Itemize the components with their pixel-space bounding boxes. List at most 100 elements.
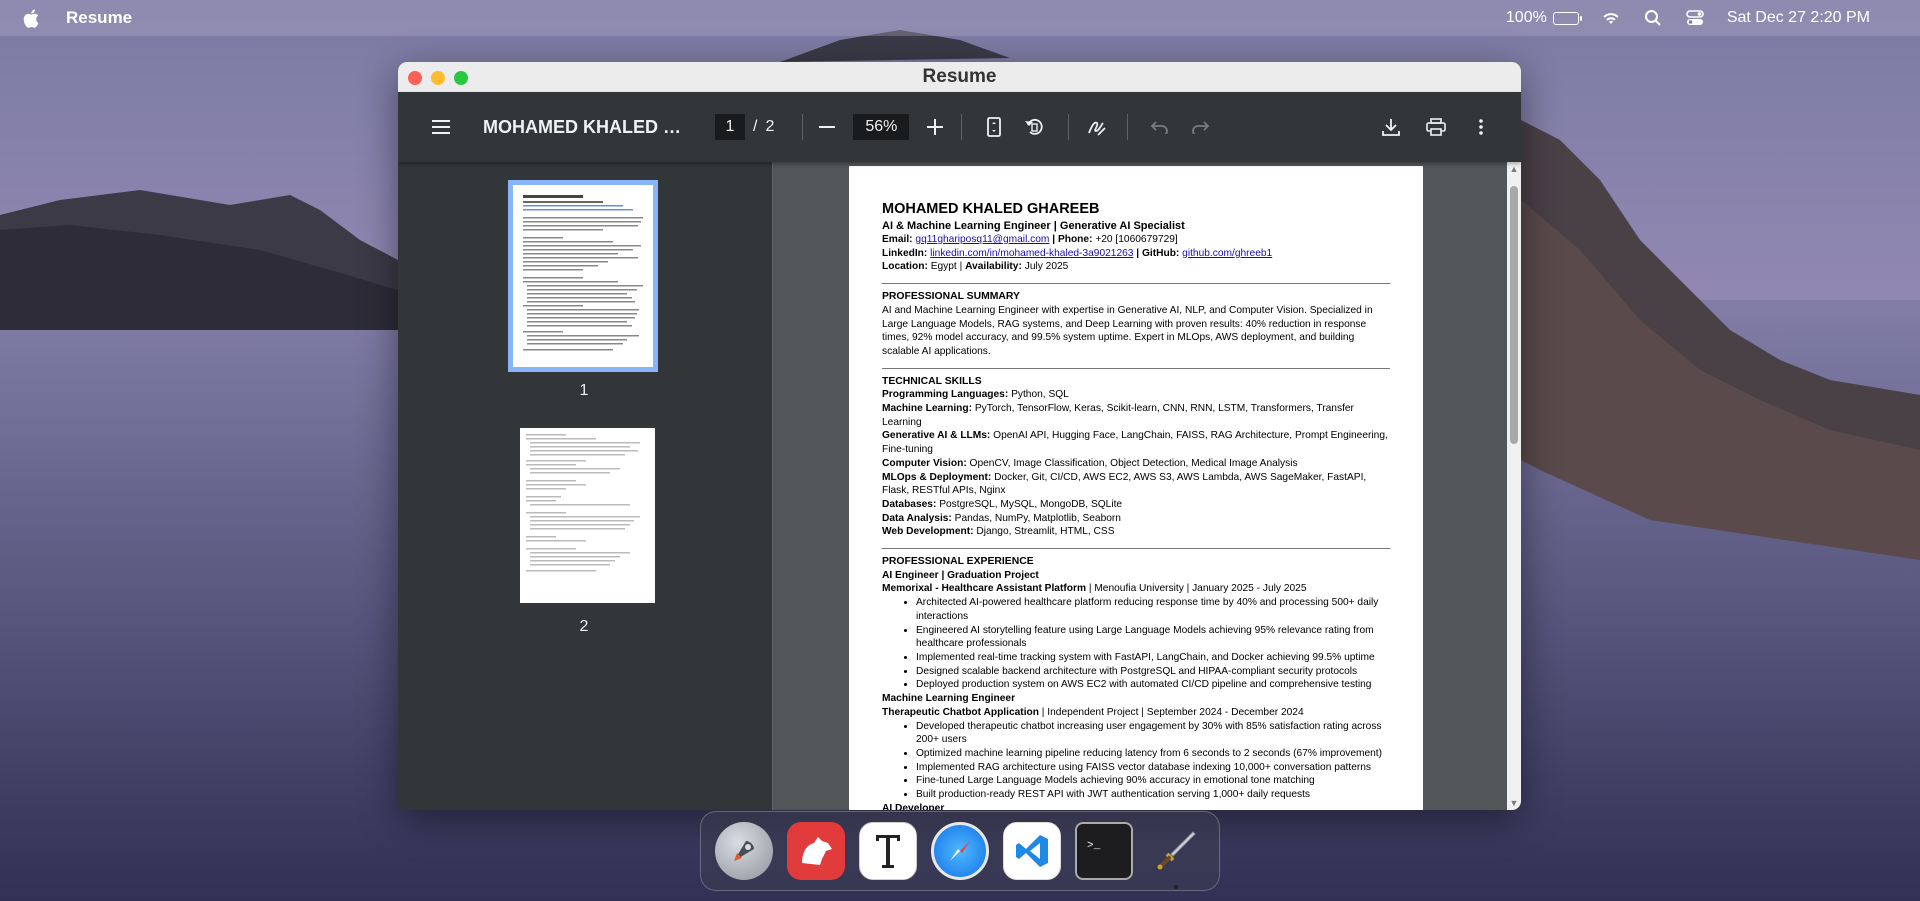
skill-row: MLOps & Deployment: Docker, Git, CI/CD, …	[882, 471, 1390, 498]
menubar-app-name[interactable]: Resume	[66, 8, 132, 28]
summary-text: AI and Machine Learning Engineer with ex…	[882, 304, 1373, 357]
resume-headline: AI & Machine Learning Engineer | Generat…	[882, 220, 1185, 232]
thumbnail-2-preview	[526, 434, 640, 572]
contact-line-2: LinkedIn: linkedin.com/in/mohamed-khaled…	[882, 247, 1390, 261]
print-icon[interactable]	[1420, 111, 1452, 143]
window-title: Resume	[922, 66, 997, 87]
job-bullets: Architected AI-powered healthcare platfo…	[916, 596, 1390, 692]
svg-text:>_: >_	[1087, 840, 1101, 852]
job-role: AI Developer	[882, 802, 945, 810]
location-value: Egypt |	[930, 261, 963, 273]
linkedin-link[interactable]: linkedin.com/in/mohamed-khaled-3a9021263	[930, 248, 1133, 259]
skill-label: Web Development:	[882, 526, 974, 538]
availability-label: Availability:	[965, 261, 1022, 273]
launchpad-icon[interactable]	[715, 822, 773, 880]
job-bullet: Optimized machine learning pipeline redu…	[916, 747, 1390, 761]
email-link[interactable]: gq11ghariposq11@gmail.com	[915, 234, 1049, 245]
location-label: Location:	[882, 261, 928, 273]
undo-icon[interactable]	[1144, 111, 1176, 143]
minimize-window-button[interactable]	[431, 71, 445, 85]
apple-menu-icon[interactable]	[22, 8, 40, 28]
skill-label: Data Analysis:	[882, 512, 952, 524]
skill-row: Web Development: Django, Streamlit, HTML…	[882, 525, 1390, 539]
project-meta: | Menoufia University | January 2025 - J…	[1086, 583, 1307, 595]
wifi-icon[interactable]	[1601, 9, 1621, 27]
email-label: Email:	[882, 234, 913, 245]
section-divider	[882, 367, 1390, 369]
skill-value: Python, SQL	[1008, 389, 1069, 401]
battery-status[interactable]: 100%	[1505, 9, 1582, 27]
toolbar-divider	[1068, 114, 1070, 140]
annotate-pen-icon[interactable]	[1081, 111, 1113, 143]
experience-heading: PROFESSIONAL EXPERIENCE	[882, 556, 1034, 568]
skills-heading: TECHNICAL SKILLS	[882, 375, 982, 387]
page-number-input[interactable]: 1	[715, 114, 745, 140]
scrollbar-thumb[interactable]	[1510, 186, 1518, 444]
phone-label: | Phone:	[1052, 234, 1093, 245]
menubar-clock[interactable]: Sat Dec 27 2:20 PM	[1727, 9, 1870, 27]
job-bullets: Developed therapeutic chatbot increasing…	[916, 720, 1390, 802]
download-icon[interactable]	[1375, 111, 1407, 143]
menubar: Resume 100% Sat Dec 27 2:20 PM	[0, 0, 1920, 36]
search-icon[interactable]	[1643, 9, 1663, 27]
typora-icon[interactable]	[859, 822, 917, 880]
menubar-status-area: 100% Sat Dec 27 2:20 PM	[1506, 9, 1870, 27]
zoom-in-button[interactable]	[919, 111, 951, 143]
zoom-input[interactable]: 56%	[853, 114, 910, 140]
page-thumbnail-2[interactable]	[520, 428, 655, 603]
control-center-icon[interactable]	[1685, 9, 1705, 27]
window-controls	[408, 71, 468, 85]
skill-row: Machine Learning: PyTorch, TensorFlow, K…	[882, 402, 1390, 429]
job-bullet: Engineered AI storytelling feature using…	[916, 624, 1390, 651]
skill-row: Computer Vision: OpenCV, Image Classific…	[882, 457, 1390, 471]
skill-value: OpenCV, Image Classification, Object Det…	[966, 457, 1298, 469]
skill-label: Databases:	[882, 498, 937, 510]
skill-row: Generative AI & LLMs: OpenAI API, Huggin…	[882, 429, 1390, 456]
vscode-icon[interactable]	[1003, 822, 1061, 880]
contact-line-3: Location: Egypt | Availability: July 202…	[882, 260, 1390, 274]
thumbnail-label-1: 1	[579, 382, 589, 399]
github-link[interactable]: github.com/ghreeb1	[1182, 248, 1272, 259]
menu-icon[interactable]	[425, 111, 457, 143]
job-bullet: Developed therapeutic chatbot increasing…	[916, 720, 1390, 747]
sword-icon[interactable]	[1147, 822, 1205, 889]
skill-label: Programming Languages:	[882, 389, 1009, 401]
document-title: MOHAMED KHALED GH...	[483, 116, 693, 137]
pdf-toolbar: MOHAMED KHALED GH... 1 / 2 56%	[398, 92, 1521, 162]
job-project: Therapeutic Chatbot Application | Indepe…	[882, 706, 1390, 720]
more-options-icon[interactable]	[1465, 111, 1497, 143]
rotate-icon[interactable]	[1018, 111, 1050, 143]
battery-percent: 100%	[1505, 9, 1547, 26]
job-bullet: Fine-tuned Large Language Models achievi…	[916, 774, 1390, 788]
zoom-window-button[interactable]	[454, 71, 468, 85]
skill-label: MLOps & Deployment:	[882, 471, 992, 483]
summary-heading: PROFESSIONAL SUMMARY	[882, 291, 1020, 303]
fit-to-page-icon[interactable]	[978, 111, 1010, 143]
skill-value: Pandas, NumPy, Matplotlib, Seaborn	[951, 512, 1121, 524]
thumbnail-1-preview	[523, 195, 643, 351]
scroll-up-arrow-icon[interactable]: ▲	[1509, 164, 1519, 174]
thumbnail-sidebar: 1 2	[398, 162, 773, 810]
job-bullet: Designed scalable backend architecture w…	[916, 665, 1390, 679]
terminal-icon[interactable]: >_	[1075, 822, 1133, 880]
window-titlebar[interactable]: Resume	[398, 62, 1521, 92]
viewer-scrollbar[interactable]: ▲ ▼	[1507, 162, 1521, 810]
project-name: Therapeutic Chatbot Application	[882, 706, 1039, 718]
bear-icon[interactable]	[787, 822, 845, 880]
redo-icon[interactable]	[1184, 111, 1216, 143]
page-separator: /	[753, 118, 758, 135]
job-role: Machine Learning Engineer	[882, 693, 1016, 705]
job-bullet: Built production-ready REST API with JWT…	[916, 788, 1390, 802]
scroll-down-arrow-icon[interactable]: ▼	[1509, 798, 1519, 808]
page-thumbnail-1[interactable]	[508, 180, 658, 372]
job-role: AI Engineer | Graduation Project	[882, 569, 1039, 581]
document-viewer[interactable]: MOHAMED KHALED GHAREEB AI & Machine Lear…	[773, 162, 1521, 810]
project-meta: | Independent Project | September 2024 -…	[1038, 706, 1304, 718]
skill-value: PostgreSQL, MySQL, MongoDB, SQLite	[936, 498, 1123, 510]
skill-row: Programming Languages: Python, SQL	[882, 388, 1390, 402]
close-window-button[interactable]	[408, 71, 422, 85]
safari-icon[interactable]	[931, 822, 989, 880]
skill-row: Data Analysis: Pandas, NumPy, Matplotlib…	[882, 512, 1390, 526]
zoom-out-button[interactable]	[811, 111, 843, 143]
dock: >_	[700, 811, 1220, 891]
